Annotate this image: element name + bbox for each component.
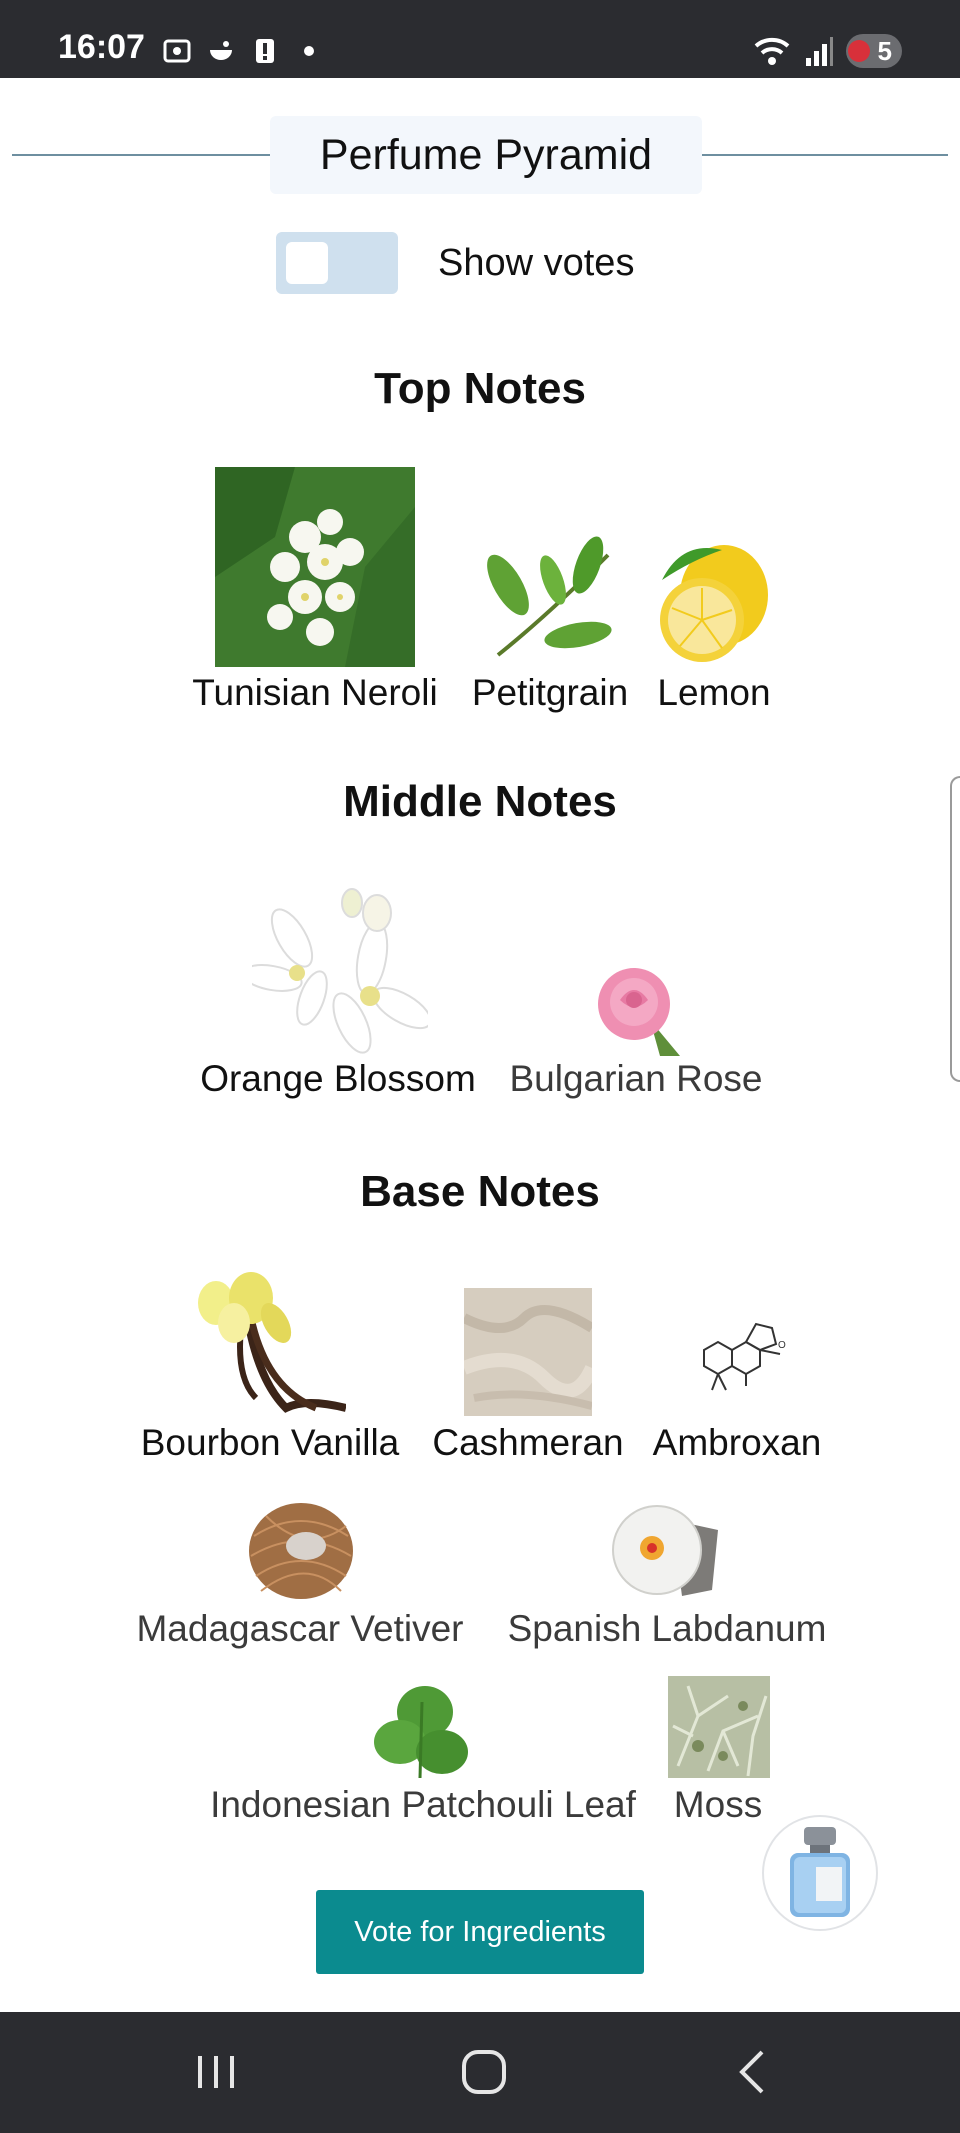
note-label: Petitgrain [471, 672, 629, 713]
middle-notes-title: Middle Notes [343, 777, 617, 826]
title-divider-left [12, 154, 270, 156]
pyramid-title-row: Perfume Pyramid [12, 116, 948, 194]
home-icon[interactable] [454, 2042, 514, 2102]
note-label: Bulgarian Rose [509, 1058, 763, 1099]
note-label: Madagascar Vetiver [136, 1608, 464, 1649]
tunisian-neroli-image[interactable] [215, 467, 415, 667]
status-icons-left [162, 36, 324, 66]
top-notes-title: Top Notes [374, 364, 586, 413]
battery-saver-icon [848, 40, 870, 62]
lemon-image[interactable] [652, 540, 772, 666]
note-indonesian-patchouli-leaf[interactable]: Indonesian Patchouli Leaf [188, 1784, 658, 1826]
page-title: Perfume Pyramid [270, 116, 702, 194]
bulgarian-rose-image[interactable] [590, 960, 686, 1056]
status-bar: 16:07 5 [0, 0, 960, 78]
note-label: Orange Blossom [200, 1058, 476, 1099]
alert-icon [256, 39, 274, 63]
note-cashmeran[interactable]: Cashmeran [422, 1422, 634, 1464]
status-time: 16:07 [58, 28, 145, 66]
note-moss[interactable]: Moss [660, 1784, 776, 1826]
ambroxan-image[interactable]: O [694, 1320, 788, 1396]
note-label: Lemon [657, 672, 771, 713]
show-votes-toggle[interactable] [276, 232, 398, 294]
note-label: Moss [673, 1784, 763, 1825]
spanish-labdanum-image[interactable] [612, 1500, 718, 1600]
note-petitgrain[interactable]: Petitgrain [462, 672, 638, 714]
note-ambroxan[interactable]: Ambroxan [640, 1422, 834, 1464]
back-icon[interactable] [724, 2042, 784, 2102]
screenshot-icon [163, 39, 191, 63]
note-label: Spanish Labdanum [507, 1608, 827, 1649]
side-drawer-handle[interactable] [950, 776, 960, 1082]
title-divider-right [702, 154, 948, 156]
show-votes-row[interactable]: Show votes [276, 232, 634, 294]
signal-icon [806, 37, 833, 66]
note-madagascar-vetiver[interactable]: Madagascar Vetiver [118, 1608, 482, 1650]
show-votes-label: Show votes [438, 241, 635, 284]
moss-image[interactable] [668, 1676, 770, 1778]
note-label: Ambroxan [652, 1422, 822, 1463]
vote-for-ingredients-button[interactable]: Vote for Ingredients [316, 1890, 644, 1974]
note-orange-blossom[interactable]: Orange Blossom [182, 1058, 494, 1100]
status-icons-right: 5 [752, 34, 902, 68]
note-label: Tunisian Neroli [192, 672, 438, 713]
recent-apps-icon[interactable] [186, 2042, 246, 2102]
note-label: Indonesian Patchouli Leaf [210, 1784, 636, 1825]
note-bulgarian-rose[interactable]: Bulgarian Rose [496, 1058, 776, 1100]
madagascar-vetiver-image[interactable] [246, 1496, 356, 1602]
toggle-knob [286, 242, 328, 284]
note-label: Cashmeran [432, 1422, 624, 1463]
base-notes-title: Base Notes [360, 1167, 600, 1216]
cashmeran-image[interactable] [464, 1288, 592, 1416]
perfume-bottle-icon [790, 1827, 850, 1917]
perfume-bottle-button[interactable] [762, 1815, 878, 1931]
dot-icon [304, 46, 314, 56]
indonesian-patchouli-leaf-image[interactable] [370, 1682, 470, 1778]
svg-text:O: O [778, 1340, 786, 1351]
note-label: Bourbon Vanilla [140, 1422, 400, 1463]
petitgrain-image[interactable] [478, 525, 620, 665]
wifi-icon [754, 37, 790, 65]
battery-indicator: 5 [846, 34, 902, 68]
orange-blossom-image[interactable] [252, 888, 428, 1056]
note-tunisian-neroli[interactable]: Tunisian Neroli [182, 672, 448, 714]
note-bourbon-vanilla[interactable]: Bourbon Vanilla [126, 1422, 414, 1464]
app-notification-icon [210, 41, 232, 60]
bourbon-vanilla-image[interactable] [196, 1268, 346, 1416]
system-navigation-bar [0, 2012, 960, 2133]
note-lemon[interactable]: Lemon [646, 672, 782, 714]
note-spanish-labdanum[interactable]: Spanish Labdanum [492, 1608, 842, 1650]
